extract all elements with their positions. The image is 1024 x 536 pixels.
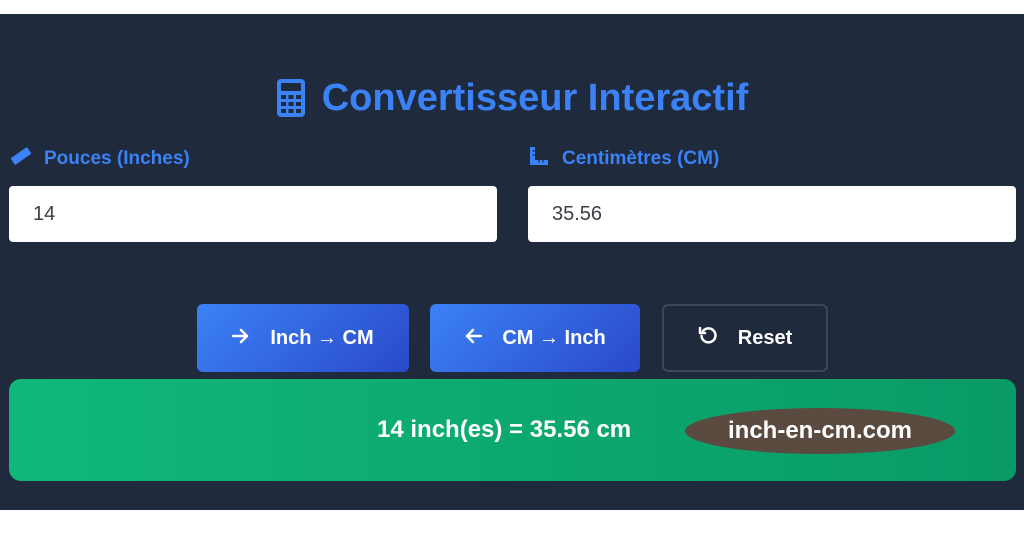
page-title: Convertisseur Interactif — [0, 72, 1024, 124]
inch-to-cm-button[interactable]: Inch → CM — [197, 304, 409, 372]
cm-input[interactable] — [528, 186, 1016, 242]
cm-to-inch-button[interactable]: CM → Inch — [430, 304, 640, 372]
undo-icon — [698, 325, 718, 351]
calculator-icon — [276, 78, 306, 118]
arrow-left-icon — [464, 327, 483, 350]
ruler-icon — [10, 147, 32, 171]
reset-label: Reset — [737, 326, 793, 349]
result-text: 14 inch(es) = 35.56 cm — [377, 416, 632, 443]
cm-label-text: Centimètres (CM) — [562, 148, 720, 169]
cm-label: Centimètres (CM) — [528, 146, 719, 172]
inch-to-cm-label: Inch → CM — [270, 326, 374, 349]
inches-label: Pouces (Inches) — [10, 146, 190, 172]
cm-to-inch-label: CM → Inch — [502, 326, 606, 349]
inches-label-text: Pouces (Inches) — [44, 148, 190, 169]
reset-button[interactable]: Reset — [662, 304, 828, 372]
inches-input[interactable] — [9, 186, 497, 242]
result-box: 14 inch(es) = 35.56 cm inch-en-cm.com — [9, 379, 1016, 481]
arrow-right-icon — [232, 327, 250, 350]
site-badge: inch-en-cm.com — [685, 408, 955, 454]
ruler-combined-icon — [528, 145, 550, 173]
title-text: Convertisseur Interactif — [321, 76, 749, 119]
